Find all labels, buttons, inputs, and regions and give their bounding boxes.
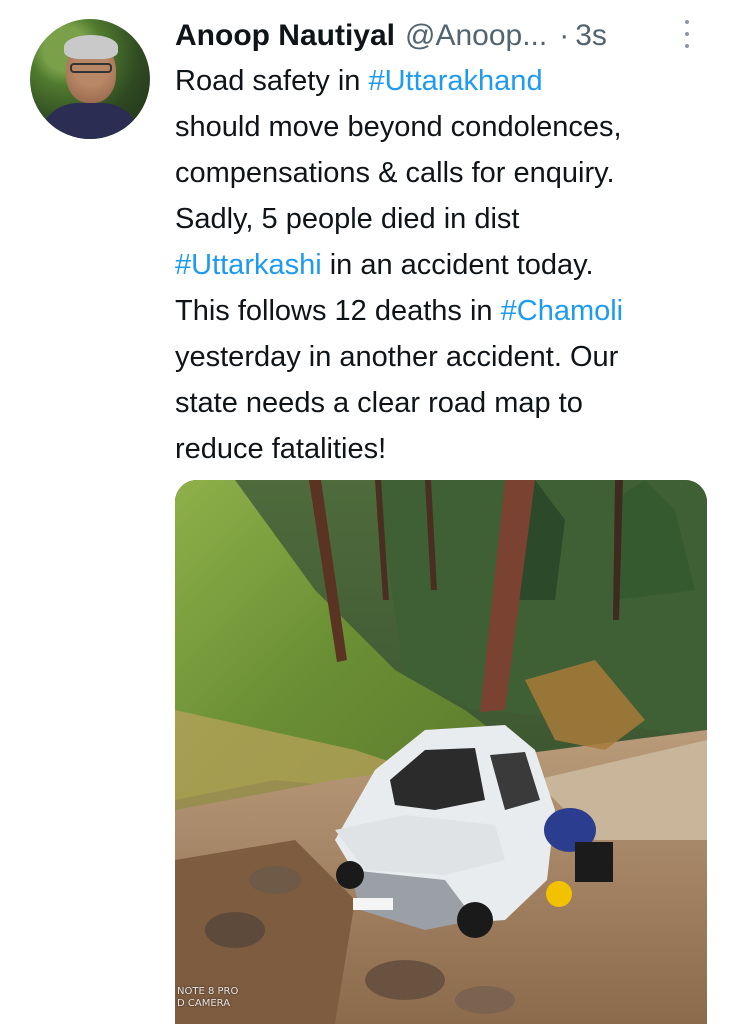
tweet-text-line: Sadly, 5 people died in dist bbox=[175, 196, 720, 242]
tweet-text-segment: Road safety in bbox=[175, 65, 369, 97]
avatar-hair bbox=[64, 35, 118, 59]
accident-photo bbox=[175, 480, 707, 1024]
author-handle[interactable]: @Anoop... bbox=[405, 16, 547, 56]
camera-watermark: NOTE 8 PRO D CAMERA bbox=[177, 986, 239, 1009]
tweet-text-line: should move beyond condolences, bbox=[175, 104, 720, 150]
tweet-text-segment: This follows 12 deaths in bbox=[175, 295, 501, 327]
tweet-text-segment: state needs a clear road map to bbox=[175, 387, 583, 419]
tweet-text-segment: yesterday in another accident. Our bbox=[175, 341, 619, 373]
more-vertical-icon[interactable] bbox=[682, 20, 692, 48]
tweet-text-segment: Sadly, 5 people died in dist bbox=[175, 203, 520, 235]
tweet-media-image[interactable]: NOTE 8 PRO D CAMERA bbox=[175, 480, 707, 1024]
tweet-text-line: reduce fatalities! bbox=[175, 426, 720, 472]
timestamp[interactable]: 3s bbox=[575, 16, 607, 56]
tweet-text-segment: compensations & calls for enquiry. bbox=[175, 157, 615, 189]
tweet-text-line: compensations & calls for enquiry. bbox=[175, 150, 720, 196]
tweet-text-line: This follows 12 deaths in #Chamoli bbox=[175, 288, 720, 334]
separator-dot: · bbox=[559, 19, 570, 52]
avatar-glasses bbox=[70, 63, 112, 73]
tweet-text-line: state needs a clear road map to bbox=[175, 380, 720, 426]
avatar-shirt bbox=[38, 103, 142, 139]
tweet-text-segment: in an accident today. bbox=[321, 249, 594, 281]
tweet-text-segment: reduce fatalities! bbox=[175, 433, 387, 465]
hashtag-link[interactable]: #Uttarakhand bbox=[368, 65, 542, 97]
tweet-text-line: #Uttarkashi in an accident today. bbox=[175, 242, 720, 288]
tweet-text-line: yesterday in another accident. Our bbox=[175, 334, 720, 380]
hashtag-link[interactable]: #Chamoli bbox=[501, 295, 624, 327]
hashtag-link[interactable]: #Uttarkashi bbox=[175, 249, 322, 281]
tweet-text: Road safety in #Uttarakhand should move b… bbox=[175, 58, 720, 472]
tweet-text-line: Road safety in #Uttarakhand bbox=[175, 58, 720, 104]
tweet-text-segment: should move beyond condolences, bbox=[175, 111, 622, 143]
author-name[interactable]: Anoop Nautiyal bbox=[175, 16, 395, 56]
avatar[interactable] bbox=[30, 19, 150, 139]
tweet-header: Anoop Nautiyal @Anoop... · 3s bbox=[175, 14, 715, 58]
